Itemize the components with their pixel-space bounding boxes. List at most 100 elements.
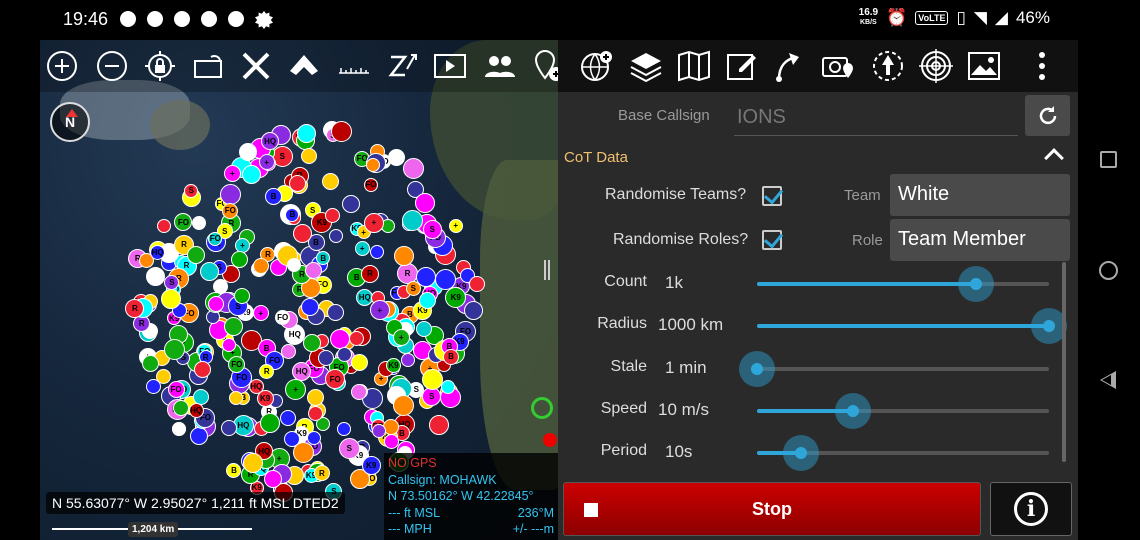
- map-contact-marker[interactable]: [428, 414, 449, 435]
- map-contact-marker[interactable]: [252, 258, 269, 275]
- recents-icon[interactable]: [1100, 151, 1117, 168]
- slider-count[interactable]: [757, 266, 1049, 302]
- map-contact-marker[interactable]: [189, 426, 208, 445]
- map-contact-marker[interactable]: FO: [275, 309, 291, 325]
- map-contact-marker[interactable]: [468, 275, 485, 292]
- play-icon[interactable]: [432, 48, 468, 84]
- map-contact-marker[interactable]: [229, 390, 244, 405]
- slider-speed[interactable]: [757, 393, 1049, 429]
- map-contact-marker[interactable]: S: [405, 280, 421, 296]
- map-contact-marker[interactable]: +: [364, 212, 384, 233]
- map-contact-marker[interactable]: [337, 422, 352, 437]
- map-contact-marker[interactable]: [172, 399, 189, 416]
- stop-button[interactable]: Stop: [563, 482, 981, 536]
- randomise-roles-checkbox[interactable]: [762, 230, 782, 250]
- target-icon[interactable]: [918, 48, 954, 84]
- marker-cloud[interactable]: K9+BHQ+BRK9FOFOB+FO+HQSRHQBHQRHQFORHQRHQ…: [120, 115, 490, 505]
- map-contact-marker[interactable]: [238, 142, 257, 161]
- add-pin-icon[interactable]: [530, 48, 558, 84]
- camera-location-icon[interactable]: [820, 48, 856, 84]
- map-contact-marker[interactable]: [199, 261, 219, 281]
- map-contact-marker[interactable]: S: [338, 438, 360, 460]
- map-contact-marker[interactable]: +: [252, 305, 269, 322]
- slider-period[interactable]: [757, 435, 1049, 471]
- map-contact-marker[interactable]: [221, 419, 238, 436]
- home-icon[interactable]: [1099, 261, 1118, 280]
- map-contact-marker[interactable]: [280, 410, 297, 427]
- map-contact-marker[interactable]: [157, 219, 172, 234]
- map-contact-marker[interactable]: FO: [222, 202, 239, 219]
- map-contact-marker[interactable]: R: [361, 264, 380, 283]
- map-icon[interactable]: [676, 48, 712, 84]
- slider-stale[interactable]: [739, 351, 1049, 387]
- map-contact-marker[interactable]: [441, 379, 456, 394]
- map-view[interactable]: K9+BHQ+BRK9FOFOB+FO+HQSRHQBHQRHQFORHQRHQ…: [40, 40, 558, 540]
- compass-button[interactable]: N: [50, 102, 90, 142]
- map-contact-marker[interactable]: [418, 291, 436, 309]
- map-contact-marker[interactable]: [288, 174, 306, 192]
- map-contact-marker[interactable]: +: [285, 379, 307, 401]
- slider-knob[interactable]: [835, 393, 872, 429]
- map-contact-marker[interactable]: [307, 405, 323, 421]
- edit-icon[interactable]: [724, 48, 760, 84]
- map-contact-marker[interactable]: [207, 295, 224, 312]
- map-contact-marker[interactable]: [402, 158, 424, 180]
- slider-knob[interactable]: [739, 351, 775, 387]
- image-icon[interactable]: [966, 48, 1002, 84]
- team-select[interactable]: White: [890, 174, 1070, 216]
- map-contact-marker[interactable]: R: [259, 364, 275, 380]
- slider-radius[interactable]: [757, 308, 1067, 344]
- map-contact-marker[interactable]: [219, 184, 241, 206]
- map-contact-marker[interactable]: HQ: [261, 132, 280, 150]
- back-icon[interactable]: [1100, 371, 1116, 389]
- team-icon[interactable]: [482, 48, 518, 84]
- map-contact-marker[interactable]: [301, 147, 318, 164]
- map-contact-marker[interactable]: [415, 193, 436, 214]
- map-contact-marker[interactable]: [342, 194, 361, 213]
- map-contact-marker[interactable]: +: [354, 241, 370, 257]
- map-contact-marker[interactable]: B: [443, 348, 460, 365]
- map-contact-marker[interactable]: [329, 328, 350, 349]
- map-contact-marker[interactable]: [393, 394, 415, 416]
- map-contact-marker[interactable]: [371, 424, 386, 439]
- map-contact-marker[interactable]: +: [448, 218, 463, 233]
- randomise-teams-checkbox[interactable]: [762, 186, 782, 206]
- refresh-button[interactable]: [1025, 95, 1070, 136]
- map-contact-marker[interactable]: [231, 250, 249, 268]
- self-locate-icon[interactable]: [531, 397, 553, 419]
- map-contact-marker[interactable]: S: [184, 183, 199, 198]
- map-contact-marker[interactable]: [224, 316, 244, 336]
- map-contact-marker[interactable]: [284, 430, 301, 447]
- map-contact-marker[interactable]: [329, 228, 344, 243]
- map-contact-marker[interactable]: [186, 245, 205, 264]
- map-contact-marker[interactable]: +: [258, 154, 275, 170]
- map-contact-marker[interactable]: [300, 297, 319, 316]
- map-contact-marker[interactable]: HQ: [150, 244, 166, 260]
- map-contact-marker[interactable]: K9: [361, 456, 381, 476]
- role-select[interactable]: Team Member: [890, 219, 1070, 261]
- more-vert-icon[interactable]: [1024, 48, 1060, 84]
- map-contact-marker[interactable]: [193, 361, 211, 379]
- map-contact-marker[interactable]: [321, 173, 339, 191]
- self-info-box[interactable]: NO GPS Callsign: MOHAWK N 73.50162° W 42…: [384, 453, 558, 540]
- map-contact-marker[interactable]: [292, 223, 312, 243]
- panel-scrollbar[interactable]: [1062, 262, 1066, 462]
- collapse-chevron-icon[interactable]: [1044, 148, 1064, 168]
- map-contact-marker[interactable]: B: [226, 462, 242, 478]
- zoom-in-icon[interactable]: [44, 48, 80, 84]
- map-contact-marker[interactable]: [337, 346, 353, 362]
- map-contact-marker[interactable]: [171, 422, 186, 437]
- base-callsign-input[interactable]: IONS: [734, 102, 1018, 136]
- mask-icon[interactable]: [286, 48, 322, 84]
- map-contact-marker[interactable]: FO: [167, 380, 185, 398]
- globe-add-icon[interactable]: [578, 48, 614, 84]
- map-contact-marker[interactable]: [326, 304, 344, 322]
- map-contact-marker[interactable]: [280, 344, 296, 360]
- ruler-icon[interactable]: [336, 48, 372, 84]
- map-contact-marker[interactable]: [415, 321, 432, 338]
- map-contact-marker[interactable]: [351, 354, 369, 372]
- map-contact-marker[interactable]: [348, 330, 364, 346]
- map-contact-marker[interactable]: [306, 431, 321, 446]
- map-contact-marker[interactable]: [306, 388, 324, 406]
- zoom-out-icon[interactable]: [94, 48, 130, 84]
